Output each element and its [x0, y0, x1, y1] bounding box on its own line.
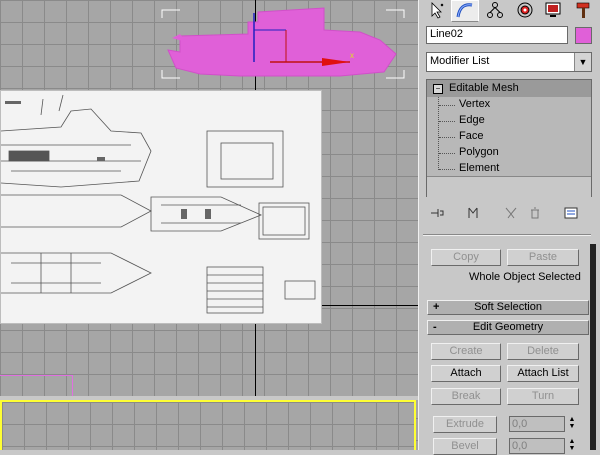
- turn-button[interactable]: Turn: [507, 388, 579, 405]
- hierarchy-icon: [486, 1, 504, 22]
- collapse-icon: -: [433, 321, 437, 333]
- subobject-edge[interactable]: Edge: [459, 114, 485, 126]
- attach-list-button[interactable]: Attach List: [507, 365, 579, 382]
- boat-hull: [167, 7, 397, 77]
- command-panel-scrollbar[interactable]: [590, 244, 596, 450]
- extrude-button[interactable]: Extrude: [433, 416, 497, 433]
- create-tab[interactable]: [423, 0, 451, 22]
- stack-toolbar: [426, 203, 592, 223]
- hierarchy-tab[interactable]: [481, 0, 509, 22]
- motion-icon: [516, 1, 534, 22]
- make-unique-icon[interactable]: [502, 205, 520, 221]
- subobject-element[interactable]: Element: [459, 162, 499, 174]
- modifier-list-label: Modifier List: [430, 55, 490, 67]
- tree-branch: [439, 169, 455, 170]
- extrude-amount-field[interactable]: 0,0: [509, 416, 565, 432]
- tree-branch: [439, 105, 455, 106]
- stack-item-editable-mesh[interactable]: − Editable Mesh: [427, 80, 591, 97]
- edit-geometry-rollout-header[interactable]: - Edit Geometry: [427, 320, 589, 335]
- bevel-button[interactable]: Bevel: [433, 438, 497, 455]
- collapse-icon[interactable]: −: [433, 84, 443, 94]
- object-color-swatch[interactable]: [575, 27, 592, 44]
- motion-tab[interactable]: [511, 0, 539, 22]
- remove-modifier-icon[interactable]: [526, 205, 544, 221]
- blueprint-drawing: [1, 94, 316, 314]
- display-monitor-icon: [544, 1, 562, 22]
- attach-button[interactable]: Attach: [431, 365, 501, 382]
- tree-branch: [439, 121, 455, 122]
- selection-status-text: Whole Object Selected: [469, 271, 581, 283]
- subobject-face[interactable]: Face: [459, 130, 483, 142]
- create-button[interactable]: Create: [431, 343, 501, 360]
- command-panel: Line02 Modifier List ▼ − Editable Mesh V…: [418, 0, 600, 455]
- bevel-amount-field[interactable]: 0,0: [509, 438, 565, 454]
- offscreen-object-outline: [0, 375, 73, 396]
- tree-line: [438, 97, 440, 170]
- expand-icon: +: [433, 301, 440, 313]
- edit-geometry-title: Edit Geometry: [472, 321, 544, 333]
- chevron-down-icon[interactable]: ▼: [574, 53, 591, 71]
- paste-button[interactable]: Paste: [507, 249, 579, 266]
- utilities-hammer-icon: [574, 1, 592, 22]
- display-tab[interactable]: [539, 0, 567, 22]
- selection-rollout: Copy Paste Whole Object Selected + Soft …: [423, 242, 595, 455]
- show-end-result-icon[interactable]: [464, 205, 482, 221]
- top-viewport[interactable]: x: [0, 0, 418, 450]
- modify-arc-icon: [456, 1, 474, 22]
- break-button[interactable]: Break: [431, 388, 501, 405]
- copy-button[interactable]: Copy: [431, 249, 501, 266]
- panel-separator: [423, 234, 591, 236]
- delete-button[interactable]: Delete: [507, 343, 579, 360]
- bevel-spinner[interactable]: ▲ ▼: [567, 438, 577, 454]
- tree-branch: [439, 153, 455, 154]
- object-name-field[interactable]: Line02: [426, 26, 568, 44]
- stack-item-label: Editable Mesh: [449, 82, 519, 94]
- pin-stack-icon[interactable]: [428, 205, 446, 221]
- modifier-list-dropdown[interactable]: Modifier List ▼: [426, 52, 592, 72]
- stack-empty-area: [427, 176, 591, 198]
- selected-boat-object[interactable]: x: [0, 0, 418, 90]
- create-cursor-icon: [428, 1, 446, 22]
- soft-selection-title: Soft Selection: [474, 301, 542, 313]
- tree-branch: [439, 137, 455, 138]
- blueprint-reference-plane[interactable]: [0, 90, 322, 324]
- configure-modifier-sets-icon[interactable]: [562, 205, 580, 221]
- modify-tab[interactable]: [451, 0, 479, 22]
- extrude-spinner[interactable]: ▲ ▼: [567, 416, 577, 432]
- subobject-vertex[interactable]: Vertex: [459, 98, 490, 110]
- command-panel-tabs: [423, 0, 600, 22]
- modifier-stack[interactable]: − Editable Mesh Vertex Edge Face Polygon…: [426, 79, 592, 198]
- active-viewport-border[interactable]: [0, 400, 416, 450]
- svg-text:x: x: [350, 51, 354, 60]
- utilities-tab[interactable]: [569, 0, 597, 22]
- subobject-polygon[interactable]: Polygon: [459, 146, 499, 158]
- soft-selection-rollout-header[interactable]: + Soft Selection: [427, 300, 589, 315]
